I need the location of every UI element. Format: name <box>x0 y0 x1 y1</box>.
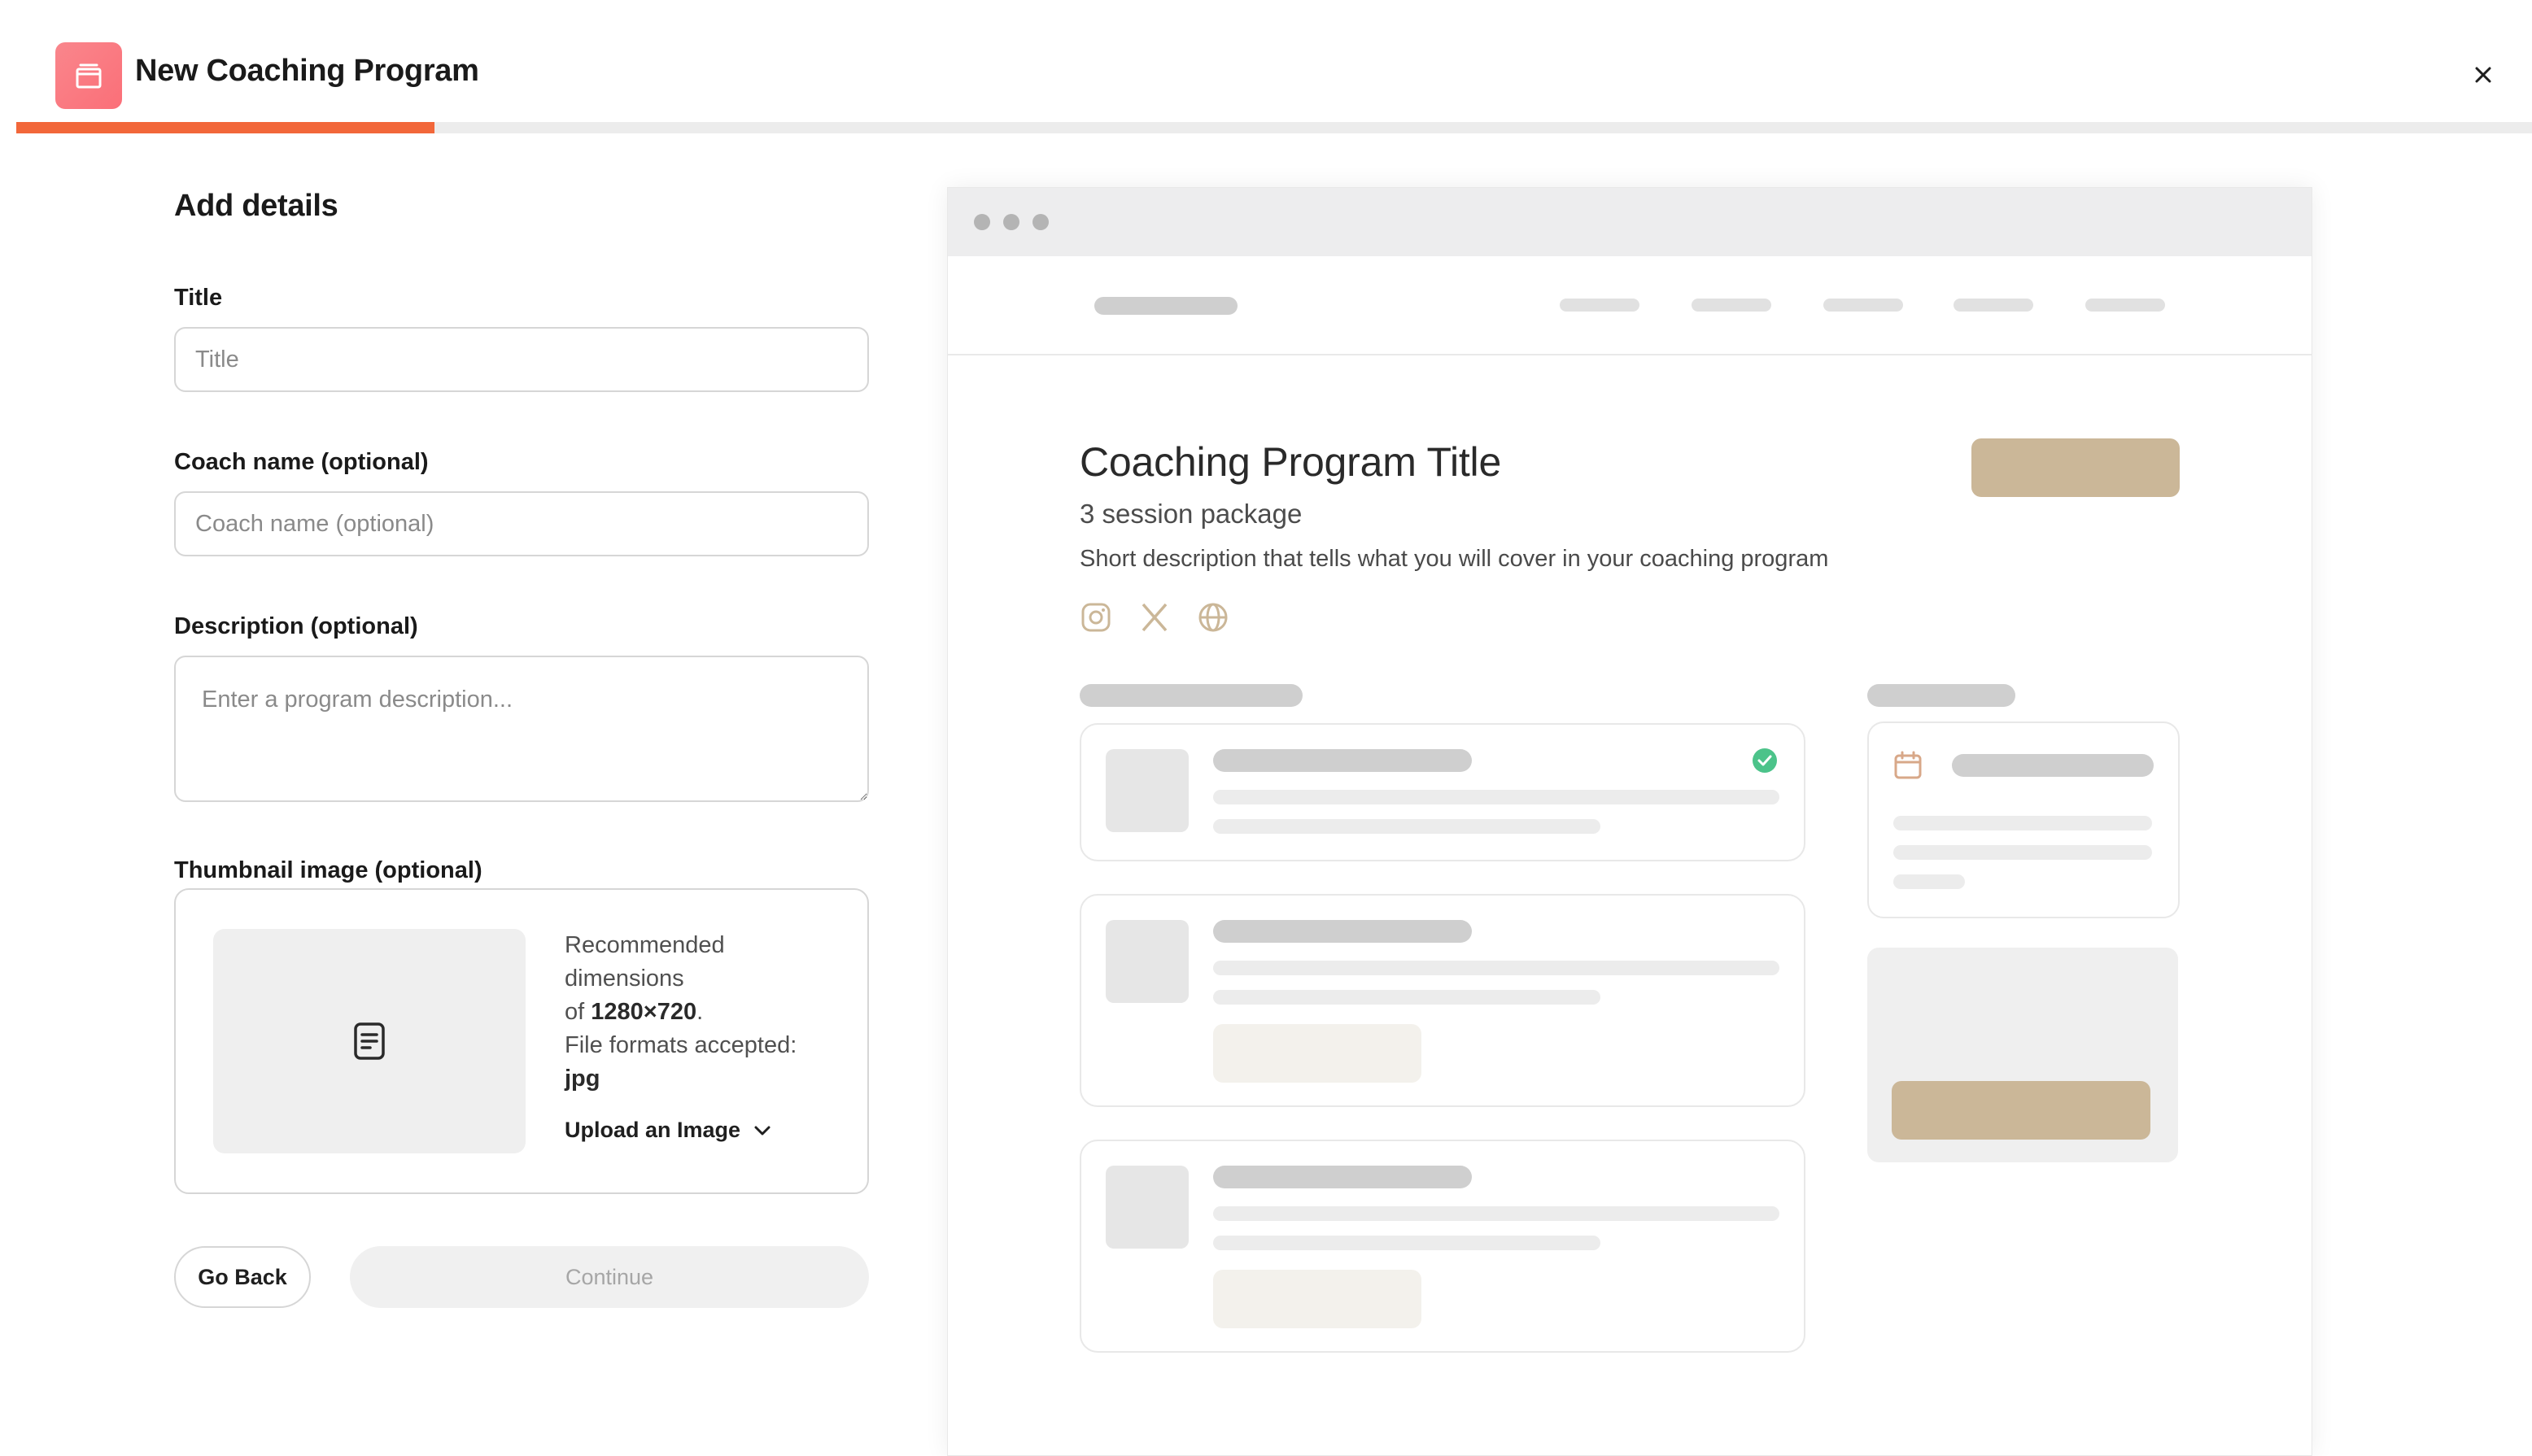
sidebar-heading-placeholder <box>1867 684 2015 707</box>
chevron-down-icon <box>754 1126 771 1135</box>
check-circle-icon <box>1753 748 1777 773</box>
schedule-line-placeholder <box>1893 816 2152 830</box>
session-line-placeholder <box>1213 1236 1600 1250</box>
session-title-placeholder <box>1213 749 1472 772</box>
requirements-prefix: of <box>565 999 592 1025</box>
schedule-title-placeholder <box>1952 754 2154 777</box>
nav-link-placeholder <box>1954 299 2033 312</box>
session-thumb-placeholder <box>1106 1166 1189 1249</box>
description-label: Description (optional) <box>174 613 418 639</box>
requirements-dimensions: 1280×720 <box>591 999 697 1025</box>
session-line-placeholder <box>1213 990 1600 1005</box>
preview-subtitle: 3 session package <box>1080 499 1303 529</box>
session-title-placeholder <box>1213 1166 1472 1188</box>
app-logo-icon <box>55 42 122 109</box>
browser-dot <box>1003 214 1019 230</box>
requirements-line: of 1280×720. <box>565 996 841 1029</box>
progress-bar <box>16 122 2532 133</box>
session-thumb-placeholder <box>1106 749 1189 832</box>
thumbnail-dropzone[interactable] <box>213 929 526 1153</box>
session-title-placeholder <box>1213 920 1472 943</box>
requirements-formats: jpg <box>565 1066 600 1092</box>
sessions-heading-placeholder <box>1080 684 1303 707</box>
requirements-line: jpg <box>565 1062 841 1096</box>
schedule-line-placeholder <box>1893 874 1965 889</box>
session-line-placeholder <box>1213 819 1600 834</box>
requirements-line: Recommended dimensions <box>565 932 725 992</box>
booking-box-placeholder <box>1867 948 2178 1162</box>
booking-button-placeholder <box>1892 1081 2150 1140</box>
thumbnail-requirements: Recommended dimensions of 1280×720. File… <box>565 929 841 1096</box>
session-button-placeholder <box>1213 1024 1421 1083</box>
continue-button[interactable]: Continue <box>350 1246 869 1308</box>
thumbnail-label: Thumbnail image (optional) <box>174 857 482 883</box>
preview-description: Short description that tells what you wi… <box>1080 546 1829 572</box>
session-button-placeholder <box>1213 1270 1421 1328</box>
title-label: Title <box>174 285 223 311</box>
browser-dot <box>974 214 990 230</box>
section-title: Add details <box>174 189 338 223</box>
instagram-icon <box>1081 603 1111 632</box>
preview-browser-bar <box>948 188 2312 256</box>
session-thumb-placeholder <box>1106 920 1189 1003</box>
preview-title: Coaching Program Title <box>1080 439 1502 485</box>
calendar-stack-icon <box>76 63 102 89</box>
coach-name-label: Coach name (optional) <box>174 449 429 475</box>
upload-image-label: Upload an Image <box>565 1118 741 1142</box>
nav-link-placeholder <box>1823 299 1903 312</box>
coach-name-input[interactable] <box>174 491 869 556</box>
page-title: New Coaching Program <box>135 54 479 88</box>
nav-link-placeholder <box>1692 299 1771 312</box>
session-card-placeholder <box>1080 723 1805 861</box>
close-icon <box>2475 67 2491 83</box>
nav-link-placeholder <box>1560 299 1639 312</box>
requirements-line: File formats accepted: <box>565 1032 797 1058</box>
preview-nav <box>948 256 2312 355</box>
nav-logo-placeholder <box>1094 297 1238 315</box>
session-card-placeholder <box>1080 894 1805 1107</box>
go-back-button[interactable]: Go Back <box>174 1246 311 1308</box>
nav-link-placeholder <box>2085 299 2165 312</box>
session-card-placeholder <box>1080 1140 1805 1353</box>
schedule-card-placeholder <box>1867 721 2180 918</box>
close-button[interactable] <box>2465 57 2501 93</box>
calendar-icon <box>1894 751 1922 779</box>
progress-fill <box>16 122 434 133</box>
session-line-placeholder <box>1213 790 1779 804</box>
program-preview: Coaching Program Title 3 session package… <box>947 187 2312 1456</box>
upload-image-dropdown[interactable]: Upload an Image <box>565 1118 771 1143</box>
x-icon <box>1142 603 1168 632</box>
schedule-line-placeholder <box>1893 845 2152 860</box>
requirements-suffix: . <box>696 999 704 1025</box>
title-input[interactable] <box>174 327 869 392</box>
session-line-placeholder <box>1213 1206 1779 1221</box>
session-line-placeholder <box>1213 961 1779 975</box>
description-textarea[interactable] <box>174 656 869 802</box>
browser-dot <box>1032 214 1049 230</box>
document-icon <box>354 1022 385 1060</box>
globe-icon <box>1198 603 1228 632</box>
preview-cta-placeholder <box>1971 438 2180 497</box>
